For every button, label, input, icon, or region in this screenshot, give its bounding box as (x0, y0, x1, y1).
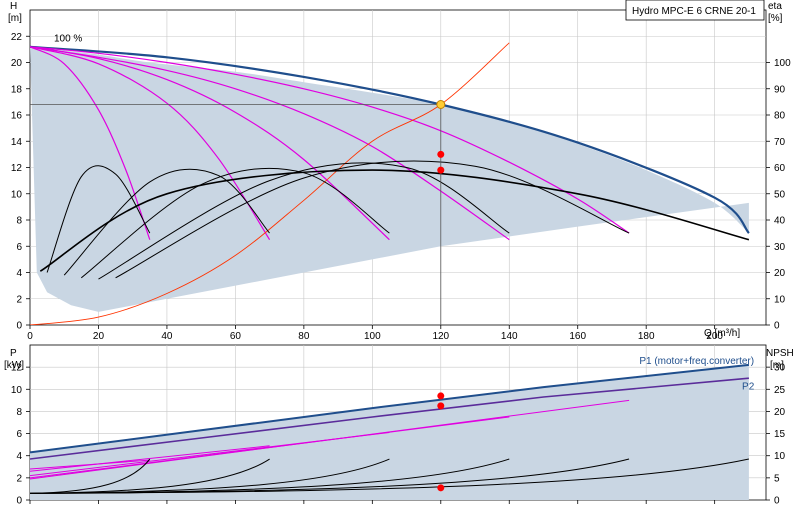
y-tick-label-right: 0 (774, 496, 780, 507)
top-ylabel-right-sym: eta (768, 1, 782, 12)
top-ylabel-left-sym: H (10, 1, 17, 12)
y-tick-label-left: 22 (11, 32, 23, 43)
y-tick-label-right: 20 (774, 268, 786, 279)
legend-box: Hydro MPC-E 6 CRNE 20-1 (625, 0, 765, 21)
y-tick-label-left: 6 (16, 242, 22, 253)
y-tick-label-left: 12 (11, 163, 23, 174)
x-tick-label: 20 (93, 331, 105, 342)
y-tick-label-right: 70 (774, 137, 786, 148)
x-tick-label: 60 (230, 331, 242, 342)
y-tick-label-left: 8 (16, 216, 22, 227)
top-xlabel: Q [m³/h] (704, 328, 740, 339)
y-tick-label-left: 4 (16, 451, 22, 462)
bottom-ylabel-left: P [kW] (4, 348, 24, 371)
x-tick-label: 80 (298, 331, 310, 342)
power-point-marker (437, 402, 445, 410)
power-point-marker (437, 484, 445, 492)
bottom-ylabel-right: NPSH [m] (766, 348, 797, 371)
x-tick-label: 0 (27, 331, 33, 342)
x-tick-label: 100 (364, 331, 381, 342)
top-ylabel-right-unit: [%] (768, 13, 783, 24)
bottom-ylabel-right-unit: [m] (770, 360, 784, 371)
x-tick-label: 160 (569, 331, 586, 342)
x-tick-label: 180 (638, 331, 655, 342)
y-tick-label-right: 80 (774, 111, 786, 122)
y-tick-label-left: 8 (16, 407, 22, 418)
y-tick-label-left: 14 (11, 137, 23, 148)
duty-point-marker (436, 100, 446, 109)
y-tick-label-right: 25 (774, 385, 786, 396)
bottom-ylabel-right-sym: NPSH (766, 348, 794, 359)
y-tick-label-left: 4 (16, 268, 22, 279)
y-tick-label-right: 100 (774, 58, 791, 69)
y-tick-label-right: 40 (774, 216, 786, 227)
top-ylabel-right: eta [%] (768, 1, 785, 24)
y-tick-label-right: 0 (774, 321, 780, 332)
y-tick-label-left: 2 (16, 294, 22, 305)
x-tick-label: 140 (501, 331, 518, 342)
y-tick-label-left: 2 (16, 473, 22, 484)
y-tick-label-right: 20 (774, 407, 786, 418)
y-tick-label-left: 18 (11, 84, 23, 95)
y-tick-label-left: 10 (11, 189, 23, 200)
y-tick-label-left: 10 (11, 385, 23, 396)
y-tick-label-right: 15 (774, 429, 786, 440)
pump-performance-chart: 0 20 40 60 80 100 120 140 160 180 200 0 2 4 6 8 10 12 14 16… (0, 0, 800, 520)
y-tick-label-right: 5 (774, 473, 780, 484)
y-tick-label-right: 90 (774, 84, 786, 95)
y-tick-label-left: 20 (11, 58, 23, 69)
p2-label: P2 (742, 381, 755, 392)
top-ylabel-left-unit: [m] (8, 13, 22, 24)
chart-canvas: 0 20 40 60 80 100 120 140 160 180 2000246810121416… (4, 0, 797, 507)
y-tick-label-right: 10 (774, 294, 786, 305)
y-tick-label-right: 50 (774, 189, 786, 200)
power-point-marker (437, 392, 445, 400)
top-ylabel-left: H [m] (8, 1, 22, 24)
bottom-ylabel-left-unit: [kW] (4, 360, 24, 371)
y-tick-label-right: 30 (774, 242, 786, 253)
operating-point-marker (437, 166, 445, 174)
x-tick-label: 120 (432, 331, 449, 342)
y-tick-label-right: 60 (774, 163, 786, 174)
y-tick-label-left: 6 (16, 429, 22, 440)
p1-label: P1 (motor+freq.converter) (639, 356, 754, 367)
y-tick-label-right: 10 (774, 451, 786, 462)
y-tick-label-left: 0 (16, 496, 22, 507)
bottom-ylabel-left-sym: P (10, 348, 17, 359)
operating-point-marker (437, 150, 445, 158)
y-tick-label-left: 0 (16, 321, 22, 332)
x-tick-label: 40 (161, 331, 173, 342)
chart-title: Hydro MPC-E 6 CRNE 20-1 (632, 6, 756, 17)
y-tick-label-left: 16 (11, 111, 23, 122)
speed-100-label: 100 % (54, 34, 82, 45)
